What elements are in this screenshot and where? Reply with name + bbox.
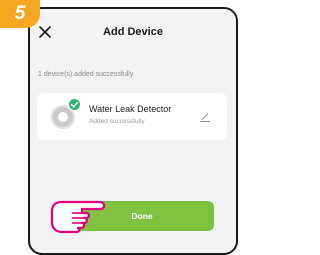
pointing-hand-icon	[50, 200, 106, 234]
device-status: Added successfully	[89, 118, 145, 125]
success-note: 1 device(s) added successfully	[38, 71, 134, 78]
page-title: Add Device	[103, 26, 163, 38]
header: Add Device	[30, 9, 236, 55]
edit-icon[interactable]	[199, 111, 211, 123]
device-card[interactable]: Water Leak Detector Added successfully	[37, 93, 227, 140]
step-number-badge: 5	[0, 0, 40, 28]
device-name: Water Leak Detector	[89, 104, 172, 114]
check-icon	[68, 98, 81, 111]
